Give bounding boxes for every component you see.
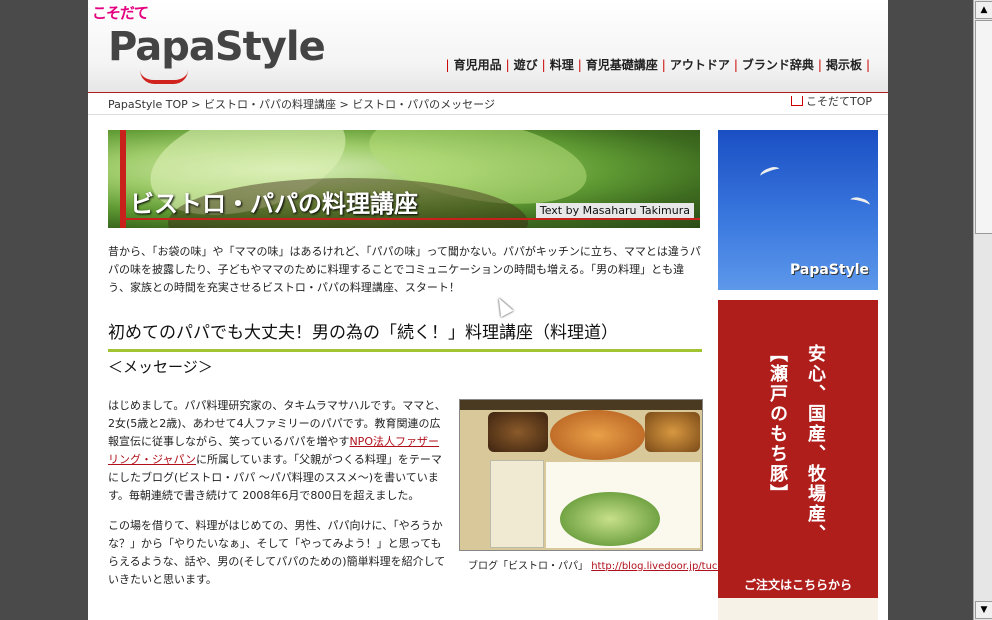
message-paragraph: この場を借りて、料理がはじめての、男性、パパ向けに、「やろうかな？」から「やりた… bbox=[108, 519, 446, 586]
nav-item-brand-jiten[interactable]: ブランド辞典 bbox=[742, 58, 814, 72]
sidebar-ad-papastyle[interactable]: PapaStyle bbox=[718, 130, 878, 290]
breadcrumb-separator: > bbox=[339, 98, 349, 111]
nav-separator: | bbox=[661, 58, 666, 72]
banner-underline bbox=[120, 218, 700, 220]
blog-caption-label: ブログ「ビストロ・パパ」 bbox=[468, 561, 588, 572]
breadcrumb-item-course[interactable]: ビストロ・パパの料理講座 bbox=[204, 98, 336, 111]
message-paragraph: はじめまして。パパ料理研究家の、タキムラマサハルです。ママと、2女(5歳と2歳)… bbox=[108, 397, 448, 505]
nav-item-keijiban[interactable]: 掲示板 bbox=[826, 58, 862, 72]
ad-headline: 安心、国産、牧場産、 bbox=[805, 344, 826, 544]
papastyle-logo[interactable]: PapaStyle bbox=[108, 24, 326, 70]
nav-separator: | bbox=[541, 58, 546, 72]
home-icon bbox=[790, 96, 803, 106]
scroll-up-button[interactable]: ▲ bbox=[975, 1, 992, 19]
breadcrumb: PapaStyle TOP > ビストロ・パパの料理講座 > ビストロ・パパのメ… bbox=[108, 96, 495, 112]
page-title: 初めてのパパでも大丈夫！男の為の「続く！」料理講座（料理道） bbox=[108, 318, 702, 352]
banner-title: ビストロ・パパの料理講座 bbox=[130, 190, 418, 218]
kosodate-logo[interactable]: こそだて bbox=[92, 2, 149, 23]
nav-separator: | bbox=[505, 58, 510, 72]
nav-item-ryori[interactable]: 料理 bbox=[550, 58, 574, 72]
nav-separator: | bbox=[865, 58, 870, 72]
divider bbox=[88, 114, 888, 115]
logo-smile-icon bbox=[140, 70, 188, 84]
breadcrumb-item-top[interactable]: PapaStyle TOP bbox=[108, 98, 188, 111]
site-header: こそだて PapaStyle | 育児用品 | 遊び | 料理 | 育児基礎講座 | アウトドア |… bbox=[88, 0, 888, 93]
order-link[interactable]: ご注文はこちらから bbox=[718, 576, 878, 593]
food-photo bbox=[488, 412, 548, 452]
blog-caption: ブログ「ビストロ・パパ」 http://blog.livedoor.jp/tuc… bbox=[468, 557, 748, 572]
section-heading: ＜メッセージ＞ bbox=[108, 358, 213, 376]
scroll-down-button[interactable]: ▼ bbox=[975, 601, 992, 619]
intro-text: 昔から、「お袋の味」や「ママの味」はあるけれど、「パパの味」って聞かない。パパが… bbox=[108, 245, 701, 294]
salad-photo bbox=[560, 492, 660, 546]
global-nav: | 育児用品 | 遊び | 料理 | 育児基礎講座 | アウトドア | ブランド辞典 | 掲示板 | bbox=[442, 56, 874, 73]
food-photo bbox=[645, 412, 700, 452]
bird-icon bbox=[759, 164, 781, 181]
breadcrumb-item-current: ビストロ・パパのメッセージ bbox=[352, 98, 495, 111]
nav-separator: | bbox=[817, 58, 822, 72]
nav-separator: | bbox=[445, 58, 450, 72]
kosodate-top-link[interactable]: こそだてTOP bbox=[790, 93, 872, 109]
banner-credit: Text by Masaharu Takimura bbox=[535, 203, 694, 218]
vertical-scrollbar[interactable]: ▲ ▼ bbox=[973, 0, 992, 620]
nav-item-asobi[interactable]: 遊び bbox=[514, 58, 538, 72]
message-body: はじめまして。パパ料理研究家の、タキムラマサハルです。ママと、2女(5歳と2歳)… bbox=[108, 397, 448, 601]
nav-item-outdoor[interactable]: アウトドア bbox=[670, 58, 730, 72]
nav-separator: | bbox=[733, 58, 738, 72]
blog-header-bar bbox=[460, 400, 702, 410]
blog-sidebar bbox=[490, 460, 544, 548]
kosodate-logo-text: こそだて bbox=[92, 4, 149, 22]
scroll-thumb[interactable] bbox=[975, 20, 992, 234]
sidebar-ad-mochibuta[interactable]: 安心、国産、牧場産、 【瀬戸のもち豚】 ご注文はこちらから bbox=[718, 300, 878, 620]
banner-accent bbox=[120, 130, 126, 228]
page: こそだて PapaStyle | 育児用品 | 遊び | 料理 | 育児基礎講座 | アウトドア |… bbox=[88, 0, 888, 620]
bird-icon bbox=[849, 195, 871, 210]
food-photo bbox=[550, 410, 645, 460]
kosodate-top-label: こそだてTOP bbox=[805, 95, 872, 108]
course-banner: ビストロ・パパの料理講座 Text by Masaharu Takimura bbox=[108, 130, 700, 228]
nav-separator: | bbox=[577, 58, 582, 72]
breadcrumb-separator: > bbox=[191, 98, 201, 111]
nav-item-ikuji-kiso[interactable]: 育児基礎講座 bbox=[586, 58, 658, 72]
blog-screenshot-image[interactable] bbox=[459, 399, 703, 551]
ad-logo: PapaStyle bbox=[790, 262, 869, 278]
nav-item-ikuji-yohin[interactable]: 育児用品 bbox=[454, 58, 502, 72]
ad-product-name: 【瀬戸のもち豚】 bbox=[767, 344, 788, 504]
ad-product-image bbox=[718, 598, 878, 620]
